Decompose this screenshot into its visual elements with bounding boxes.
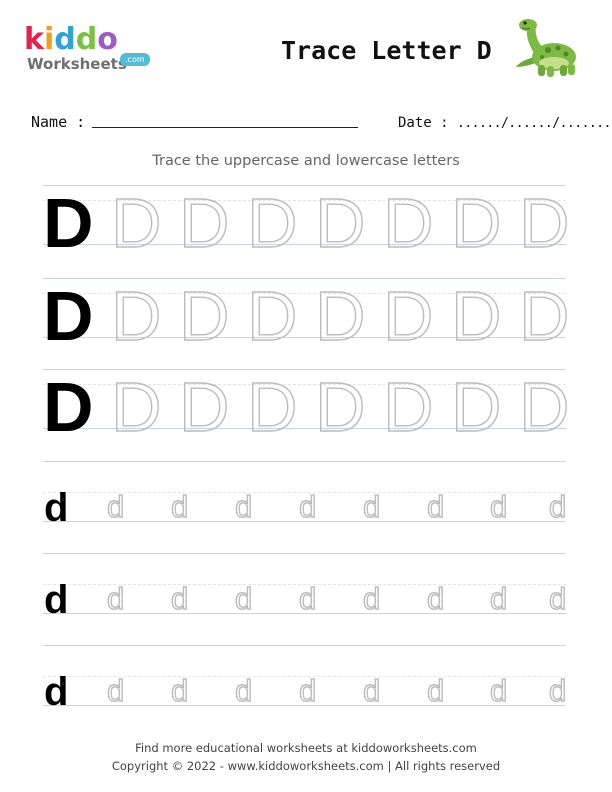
trace-letter[interactable]: d	[298, 490, 317, 522]
logo-subtitle: Worksheets	[27, 55, 127, 73]
guide-line-top	[43, 645, 566, 646]
trace-letter[interactable]: d	[489, 582, 508, 614]
logo-domain-badge: .com	[120, 53, 150, 66]
guide-line-top	[43, 553, 566, 554]
uppercase-practice-row: D D D D D D D D	[43, 185, 570, 259]
trace-letter[interactable]: d	[234, 674, 253, 706]
trace-letter[interactable]: d	[426, 582, 445, 614]
trace-letter[interactable]: D	[110, 371, 162, 442]
footer-copyright-text: Copyright © 2022 - www.kiddoworksheets.c…	[111, 759, 501, 773]
model-letter: D	[43, 368, 94, 446]
date-blank: ....../....../...........	[457, 116, 612, 131]
trace-letter[interactable]: d	[106, 674, 125, 706]
trace-letter[interactable]: d	[548, 490, 567, 522]
logo-letter: i	[43, 22, 55, 57]
trace-letter[interactable]: D	[382, 187, 434, 258]
trace-letter[interactable]: d	[170, 490, 189, 522]
model-letter: d	[44, 578, 69, 622]
logo-letter: d	[54, 22, 76, 57]
model-letter: d	[44, 486, 69, 530]
trace-letter[interactable]: d	[489, 490, 508, 522]
trace-letter[interactable]: d	[298, 582, 317, 614]
instruction-text: Trace the uppercase and lowercase letter…	[152, 153, 460, 169]
trace-letter[interactable]: d	[234, 490, 253, 522]
guide-line-top	[43, 461, 566, 462]
trace-letter[interactable]: D	[178, 187, 230, 258]
trace-letter[interactable]: D	[450, 280, 502, 351]
footer-promo-text: Find more educational worksheets at kidd…	[135, 741, 477, 755]
model-letter: D	[43, 184, 94, 262]
logo-wordmark: kiddo	[24, 22, 118, 58]
trace-letter[interactable]: D	[110, 187, 162, 258]
trace-letter[interactable]: d	[170, 582, 189, 614]
trace-letter[interactable]: d	[170, 674, 189, 706]
logo-letter: d	[75, 22, 98, 57]
uppercase-practice-row: D D D D D D D D	[43, 278, 570, 352]
trace-letter[interactable]: d	[106, 490, 125, 522]
kiddo-worksheets-logo: kiddo Worksheets .com	[24, 22, 164, 84]
trace-letter[interactable]: d	[548, 674, 567, 706]
name-label: Name :	[31, 113, 86, 131]
date-label: Date :	[398, 115, 449, 131]
trace-letter[interactable]: D	[246, 187, 298, 258]
trace-letter[interactable]: D	[314, 371, 366, 442]
trace-letter[interactable]: D	[246, 280, 298, 351]
model-letter: D	[43, 277, 94, 355]
lowercase-practice-row: d d d d d d d d d	[43, 645, 567, 712]
trace-letter[interactable]: D	[450, 371, 502, 442]
trace-letter[interactable]: D	[314, 280, 366, 351]
trace-letter[interactable]: d	[362, 582, 381, 614]
date-field[interactable]: Date : ....../....../...........	[398, 114, 612, 133]
logo-letter: k	[24, 22, 44, 57]
page-title: Trace Letter D	[281, 36, 492, 65]
trace-letter[interactable]: d	[362, 674, 381, 706]
trace-letter[interactable]: d	[298, 674, 317, 706]
logo-letter: o	[97, 22, 118, 57]
trace-letter[interactable]: D	[178, 280, 230, 351]
trace-letter[interactable]: D	[110, 280, 162, 351]
trace-letter[interactable]: d	[106, 582, 125, 614]
trace-letter[interactable]: d	[234, 582, 253, 614]
trace-letter[interactable]: D	[518, 280, 570, 351]
trace-letter[interactable]: D	[314, 187, 366, 258]
trace-letter[interactable]: d	[489, 674, 508, 706]
trace-letter[interactable]: D	[450, 187, 502, 258]
trace-letter[interactable]: d	[362, 490, 381, 522]
model-letter: d	[44, 670, 69, 714]
lowercase-practice-row: d d d d d d d d d	[43, 553, 567, 620]
trace-letter[interactable]: D	[382, 371, 434, 442]
trace-letter[interactable]: D	[246, 371, 298, 442]
lowercase-practice-row: d d d d d d d d d	[43, 461, 567, 528]
trace-letter[interactable]: d	[426, 674, 445, 706]
uppercase-practice-row: D D D D D D D D	[43, 369, 570, 443]
name-field-line[interactable]	[92, 127, 358, 128]
trace-letter[interactable]: D	[518, 371, 570, 442]
trace-letter[interactable]: d	[426, 490, 445, 522]
trace-letter[interactable]: D	[178, 371, 230, 442]
trace-letter[interactable]: D	[382, 280, 434, 351]
dinosaur-icon	[516, 19, 576, 77]
trace-letter[interactable]: d	[548, 582, 567, 614]
trace-letter[interactable]: D	[518, 187, 570, 258]
